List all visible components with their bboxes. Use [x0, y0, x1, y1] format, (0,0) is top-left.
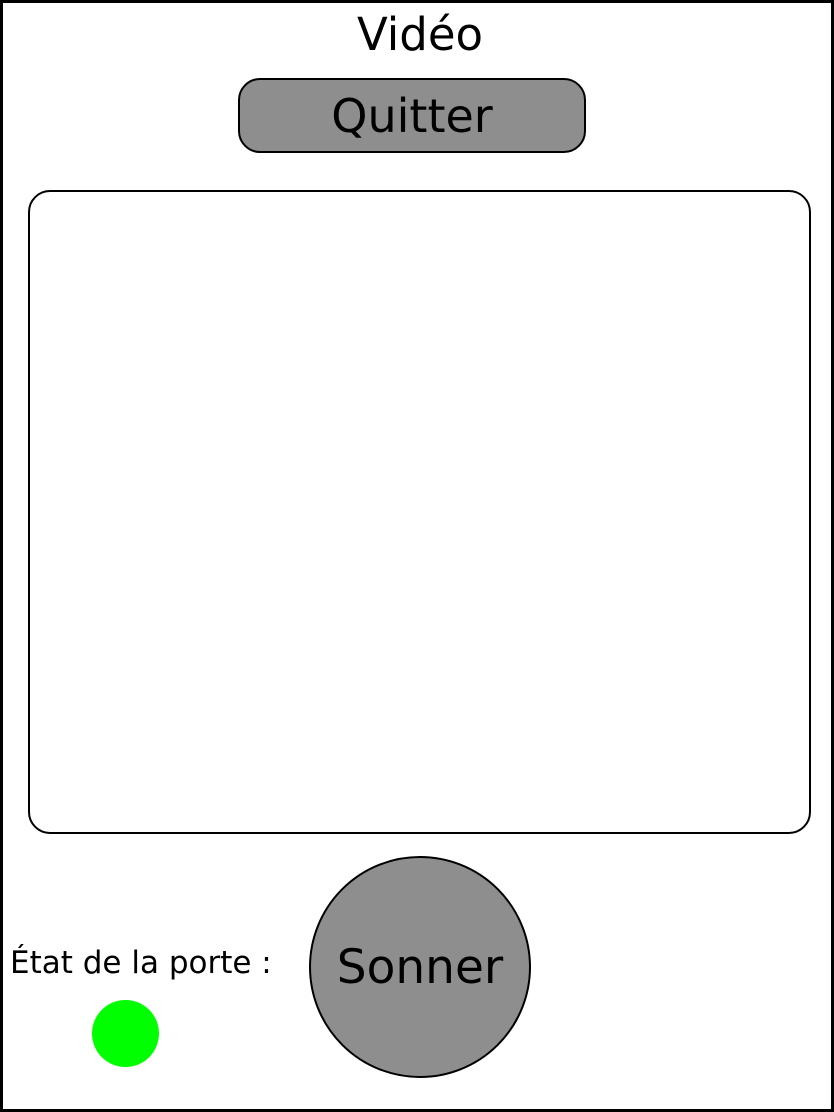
video-screen: Vidéo Quitter État de la porte : Sonner: [0, 0, 834, 1112]
quit-button-label: Quitter: [331, 88, 493, 143]
video-view: [28, 190, 811, 834]
door-status-label: État de la porte :: [10, 945, 272, 981]
door-status-indicator: [92, 1000, 159, 1067]
quit-button[interactable]: Quitter: [238, 78, 586, 153]
ring-button-label: Sonner: [336, 939, 504, 995]
page-title: Vidéo: [356, 8, 484, 61]
ring-button[interactable]: Sonner: [309, 856, 531, 1078]
